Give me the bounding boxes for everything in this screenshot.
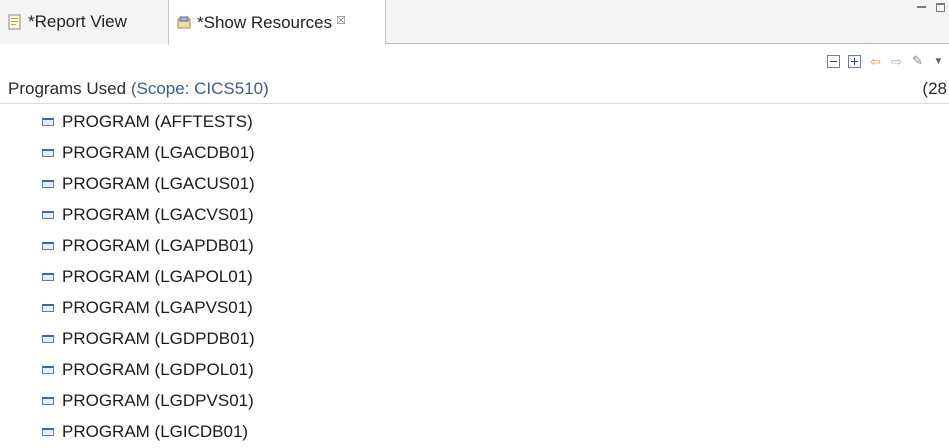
program-label: PROGRAM (LGDPVS01) [62, 391, 254, 410]
expand-all-icon[interactable] [848, 54, 861, 68]
list-item[interactable]: PROGRAM (LGACVS01) [0, 200, 949, 231]
list-item[interactable]: PROGRAM (LGDPOL01) [0, 355, 949, 386]
collapse-all-icon[interactable] [827, 54, 840, 68]
program-label: PROGRAM (LGAPVS01) [62, 298, 253, 317]
program-icon [42, 273, 54, 281]
tab-report-view-label: *Report View [28, 12, 127, 31]
program-icon [42, 118, 54, 126]
window-controls [917, 3, 945, 12]
header-count: (28 [922, 79, 947, 98]
tab-show-resources[interactable]: *Show Resources ☒ [168, 0, 386, 45]
forward-arrow-icon[interactable]: ⇨ [890, 55, 903, 68]
program-icon [42, 366, 54, 374]
programs-used-header: Programs Used (Scope: CICS510) (28 [0, 76, 949, 104]
list-item[interactable]: PROGRAM (LGDPVS01) [0, 386, 949, 417]
list-item[interactable]: PROGRAM (LGAPDB01) [0, 231, 949, 262]
view-menu-icon[interactable]: ▼ [932, 55, 945, 68]
program-label: PROGRAM (LGDPOL01) [62, 360, 254, 379]
list-item[interactable]: PROGRAM (LGDPDB01) [0, 324, 949, 355]
edit-icon[interactable]: ✎ [911, 53, 924, 68]
program-list: PROGRAM (AFFTESTS) PROGRAM (LGACDB01) PR… [0, 107, 949, 448]
program-label: PROGRAM (LGICDB01) [62, 422, 249, 441]
program-label: PROGRAM (LGACDB01) [62, 143, 255, 162]
header-prefix: Programs Used [8, 79, 127, 98]
list-item[interactable]: PROGRAM (AFFTESTS) [0, 107, 949, 138]
program-label: PROGRAM (LGACUS01) [62, 174, 255, 193]
program-label: PROGRAM (LGACVS01) [62, 205, 254, 224]
program-label: PROGRAM (LGDPDB01) [62, 329, 255, 348]
program-icon [42, 335, 54, 343]
report-icon [8, 14, 22, 30]
view-toolbar: ⇦ ⇨ ✎ ▼ [827, 52, 945, 70]
tab-bar: *Report View *Show Resources ☒ [0, 0, 949, 45]
program-icon [42, 242, 54, 250]
header-scope: (Scope: CICS510) [126, 79, 269, 98]
list-item[interactable]: PROGRAM (LGACDB01) [0, 138, 949, 169]
list-item[interactable]: PROGRAM (LGAPVS01) [0, 293, 949, 324]
list-item[interactable]: PROGRAM (LGICDB01) [0, 417, 949, 448]
list-item[interactable]: PROGRAM (LGACUS01) [0, 169, 949, 200]
program-icon [42, 304, 54, 312]
program-label: PROGRAM (LGAPDB01) [62, 236, 254, 255]
program-icon [42, 149, 54, 157]
program-icon [42, 428, 54, 436]
close-icon[interactable]: ☒ [336, 14, 346, 27]
program-icon [42, 180, 54, 188]
minimize-icon[interactable] [917, 3, 926, 12]
program-label: PROGRAM (AFFTESTS) [62, 112, 253, 131]
tab-show-resources-label: *Show Resources [197, 12, 333, 32]
header-title: Programs Used (Scope: CICS510) [8, 79, 269, 99]
program-icon [42, 211, 54, 219]
tab-report-view[interactable]: *Report View [0, 0, 168, 44]
program-icon [42, 397, 54, 405]
maximize-icon[interactable] [936, 3, 945, 12]
back-arrow-icon[interactable]: ⇦ [869, 55, 882, 68]
list-item[interactable]: PROGRAM (LGAPOL01) [0, 262, 949, 293]
resources-icon [177, 15, 191, 31]
program-label: PROGRAM (LGAPOL01) [62, 267, 253, 286]
